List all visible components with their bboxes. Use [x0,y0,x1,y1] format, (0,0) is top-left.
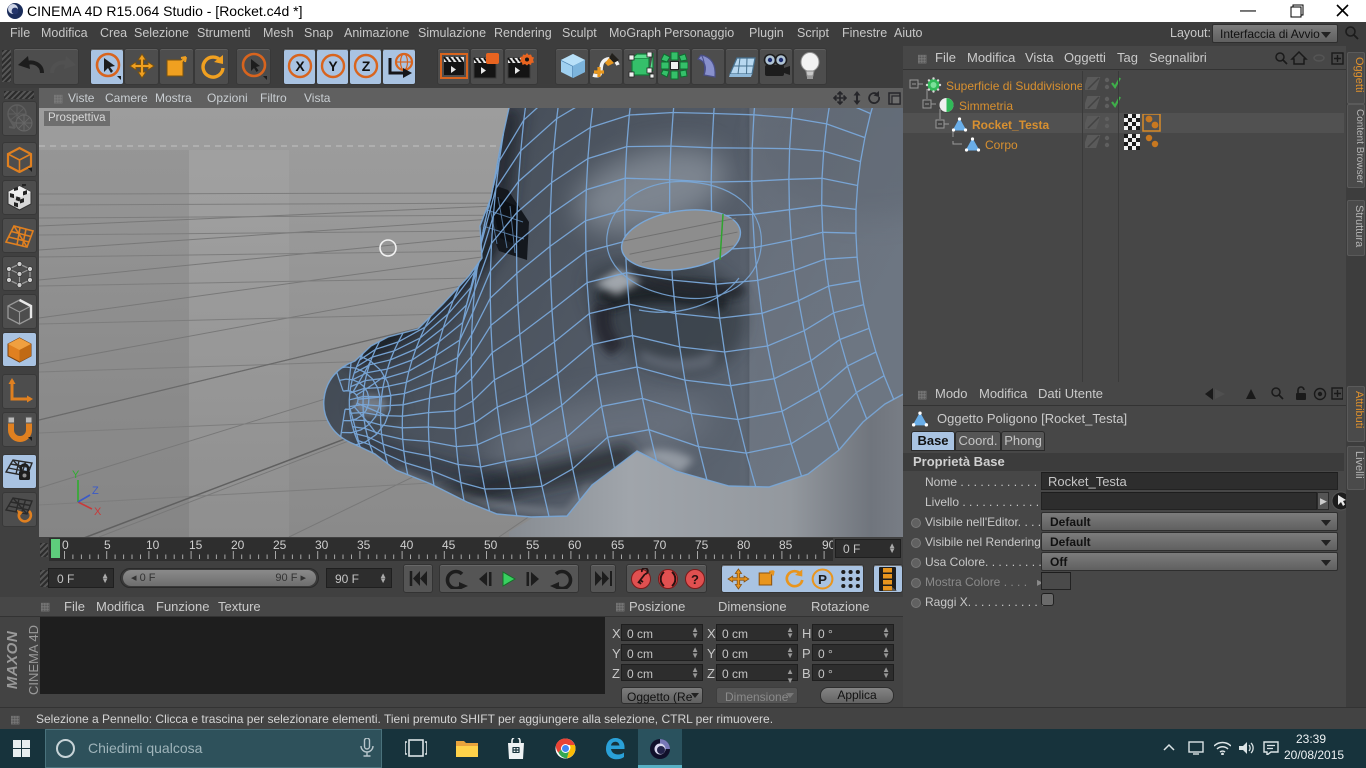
svg-text:55: 55 [526,538,540,552]
svg-text:Z: Z [362,58,371,74]
svg-text:60: 60 [568,538,582,552]
svg-text:80: 80 [737,538,751,552]
svg-text:40: 40 [400,538,414,552]
svg-text:Y: Y [72,469,80,481]
svg-text:70: 70 [653,538,667,552]
svg-text:P: P [818,572,827,587]
svg-text:85: 85 [779,538,793,552]
svg-text:20: 20 [231,538,245,552]
svg-text:35: 35 [357,538,371,552]
svg-text:30: 30 [315,538,329,552]
svg-text:0: 0 [62,538,69,552]
svg-text:75: 75 [695,538,709,552]
svg-text:Y: Y [328,58,338,74]
svg-text:45: 45 [442,538,456,552]
svg-text:90: 90 [822,538,833,552]
svg-text:X: X [94,506,102,518]
svg-text:15: 15 [189,538,203,552]
svg-text:50: 50 [484,538,498,552]
svg-text:65: 65 [611,538,625,552]
svg-text:10: 10 [146,538,160,552]
svg-text:Z: Z [92,485,99,497]
svg-text:5: 5 [104,538,111,552]
svg-text:25: 25 [273,538,287,552]
svg-text:X: X [295,58,305,74]
svg-text:?: ? [691,572,699,587]
